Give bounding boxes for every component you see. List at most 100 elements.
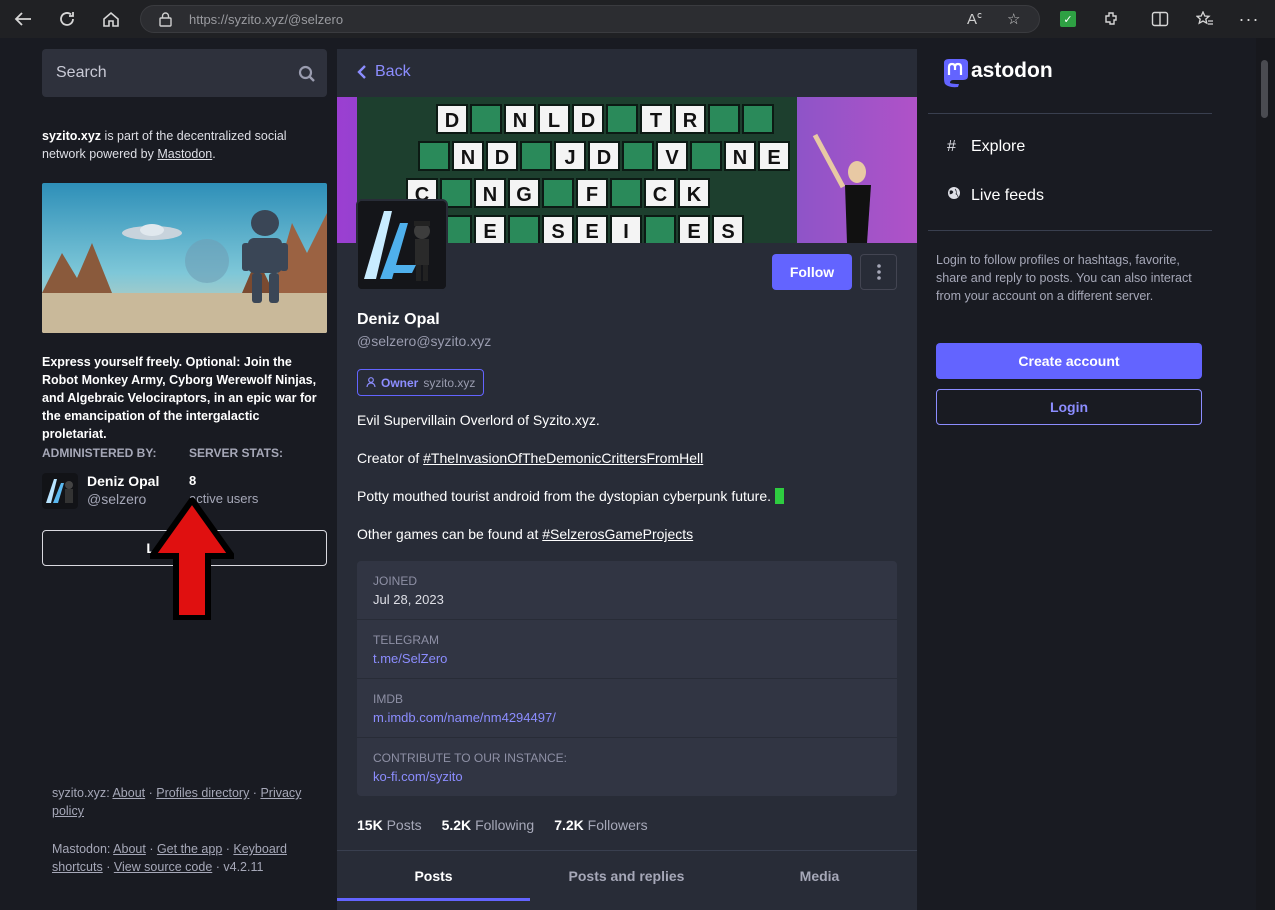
field-key: CONTRIBUTE TO OUR INSTANCE: <box>373 751 568 765</box>
board-letter: N <box>733 147 747 169</box>
telegram-link[interactable]: t.me/SelZero <box>373 651 447 666</box>
board-letter: K <box>687 184 702 206</box>
bio-line-4-text: Other games can be found at <box>357 526 543 542</box>
hashtag-invasion-link[interactable]: #TheInvasionOfTheDemonicCrittersFromHell <box>423 450 703 466</box>
active-users-count: 8 <box>189 473 197 488</box>
star-icon[interactable]: ☆ <box>1007 10 1020 28</box>
footer-site: syzito.xyz <box>52 786 107 800</box>
board-letter: E <box>585 221 598 243</box>
posts-count[interactable]: 15K Posts <box>357 817 422 833</box>
followers-count[interactable]: 7.2K Followers <box>554 817 647 833</box>
board-letter: N <box>483 184 497 206</box>
field-imdb: IMDB m.imdb.com/name/nm4294497/ <box>357 679 897 738</box>
bio-line-4: Other games can be found at #SelzerosGam… <box>357 526 693 542</box>
back-label: Back <box>375 63 411 80</box>
footer-source-link[interactable]: View source code <box>114 860 212 874</box>
board-letter: V <box>665 147 679 169</box>
right-divider-bottom <box>928 230 1212 231</box>
tab-posts[interactable]: Posts <box>337 851 530 901</box>
explore-label: Explore <box>971 138 1026 155</box>
svg-text:astodon: astodon <box>971 59 1053 82</box>
role-domain: syzito.xyz <box>423 375 476 390</box>
administered-by-heading: ADMINISTERED BY: <box>42 446 157 460</box>
owner-role-badge: Owner syzito.xyz <box>357 369 485 396</box>
scrollbar-thumb[interactable] <box>1261 60 1268 118</box>
extensions-icon[interactable] <box>1099 7 1125 31</box>
board-cell <box>742 104 774 134</box>
read-aloud-icon[interactable]: Aⅽ <box>967 10 982 28</box>
footer-version: v4.2.11 <box>223 860 264 874</box>
field-contribute: CONTRIBUTE TO OUR INSTANCE: ko-fi.com/sy… <box>357 738 897 797</box>
search-icon[interactable] <box>298 65 316 88</box>
field-key: IMDB <box>373 692 403 706</box>
board-cell <box>520 141 552 171</box>
scrollbar[interactable] <box>1256 38 1275 910</box>
followers-num: 7.2K <box>554 817 584 833</box>
admin-name[interactable]: Deniz Opal <box>87 473 159 489</box>
board-letter: D <box>445 110 459 132</box>
profile-avatar[interactable] <box>356 199 448 291</box>
server-footer: syzito.xyz: About · Profiles directory ·… <box>52 786 302 818</box>
globe-icon <box>947 186 963 205</box>
search-placeholder: Search <box>56 64 107 81</box>
footer-get-app-link[interactable]: Get the app <box>157 842 222 856</box>
search-input[interactable]: Search <box>42 49 327 97</box>
intro-end: . <box>212 147 216 161</box>
board-letter: C <box>653 184 667 206</box>
kofi-link[interactable]: ko-fi.com/syzito <box>373 769 463 784</box>
tab-media[interactable]: Media <box>723 851 916 901</box>
more-options-button[interactable] <box>860 254 897 290</box>
board-letter: J <box>564 147 575 169</box>
board-letter: N <box>513 110 527 132</box>
footer-profiles-link[interactable]: Profiles directory <box>156 786 249 800</box>
live-feeds-link[interactable]: Live feeds <box>947 186 1044 205</box>
create-account-button[interactable]: Create account <box>936 343 1202 379</box>
server-intro: syzito.xyz is part of the decentralized … <box>42 127 327 163</box>
back-arrow-icon[interactable] <box>10 7 36 31</box>
footer-mastodon-about-link[interactable]: About <box>113 842 146 856</box>
url-path: @selzero <box>287 12 344 27</box>
back-button[interactable]: Back <box>357 63 411 81</box>
tab-posts-and-replies[interactable]: Posts and replies <box>530 851 723 901</box>
home-icon[interactable] <box>98 7 124 31</box>
more-menu-icon[interactable]: ··· <box>1236 7 1262 31</box>
bio-line-3-text: Potty mouthed tourist android from the d… <box>357 488 772 504</box>
mastodon-footer: Mastodon: About · Get the app · Keyboard… <box>52 842 287 874</box>
field-key: TELEGRAM <box>373 633 440 647</box>
posts-label: Posts <box>386 817 422 833</box>
refresh-icon[interactable] <box>54 7 80 31</box>
url-text: https://syzito.xyz/@selzero <box>189 12 343 27</box>
follow-button[interactable]: Follow <box>772 254 852 290</box>
admin-avatar[interactable] <box>42 473 78 509</box>
board-letter: R <box>683 110 698 132</box>
intro-domain: syzito.xyz <box>42 129 102 143</box>
profile-column: Back DNLDTRNDJDVNECNGFCKTESEIES <box>337 49 917 910</box>
extension-check-icon[interactable]: ✓ <box>1055 7 1081 31</box>
hashtag-game-projects-link[interactable]: #SelzerosGameProjects <box>542 526 693 542</box>
board-cell <box>606 104 638 134</box>
footer-about-link[interactable]: About <box>112 786 145 800</box>
mastodon-logo[interactable]: astodon <box>941 58 1071 92</box>
explore-link[interactable]: # Explore <box>947 138 1025 156</box>
red-arrow-annotation <box>146 494 238 625</box>
split-screen-icon[interactable] <box>1147 7 1173 31</box>
board-letter: E <box>767 147 780 169</box>
bio-line-2-text: Creator of <box>357 450 424 466</box>
following-count[interactable]: 5.2K Following <box>442 817 535 833</box>
address-bar[interactable]: https://syzito.xyz/@selzero Aⅽ ☆ <box>140 5 1040 33</box>
mastodon-link[interactable]: Mastodon <box>157 147 212 161</box>
login-button[interactable]: Login <box>936 389 1202 425</box>
board-letter: E <box>483 221 496 243</box>
field-value: Jul 28, 2023 <box>373 592 444 607</box>
chevron-left-icon <box>357 65 366 79</box>
profile-handle: @selzero@syzito.xyz <box>357 333 492 349</box>
server-stats-heading: SERVER STATS: <box>189 446 284 460</box>
followers-label: Followers <box>587 817 648 833</box>
vertical-dots-icon <box>876 264 881 280</box>
profile-counts: 15K Posts 5.2K Following 7.2K Followers <box>357 817 648 833</box>
favorites-icon[interactable] <box>1192 7 1218 31</box>
imdb-link[interactable]: m.imdb.com/name/nm4294497/ <box>373 710 556 725</box>
server-description: Express yourself freely. Optional: Join … <box>42 355 317 441</box>
following-num: 5.2K <box>441 817 472 833</box>
bio-line-1: Evil Supervillain Overlord of Syzito.xyz… <box>357 412 600 428</box>
